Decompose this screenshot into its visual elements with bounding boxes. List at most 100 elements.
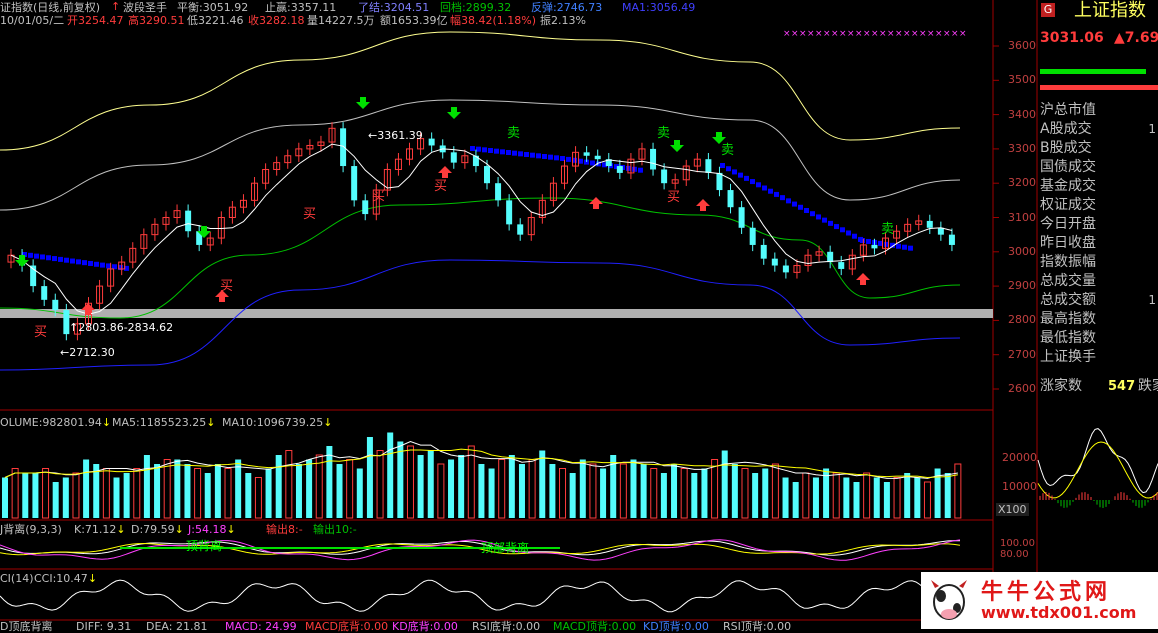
candle-down — [871, 244, 878, 249]
ohlc-date: 10/01/05/二 — [0, 14, 65, 27]
candle-down — [583, 152, 590, 156]
volume-unit: X100 — [996, 503, 1029, 516]
ma-dot — [500, 149, 505, 155]
marker-x: × — [895, 29, 903, 39]
marker-x: × — [823, 29, 831, 39]
volume-bar — [741, 468, 749, 519]
buy-strength-bar — [1040, 69, 1146, 74]
volume-bar — [691, 473, 698, 518]
price-tick-label: 3600 — [1008, 39, 1036, 52]
info-row: 基金成交 — [1040, 177, 1158, 196]
marker-x: × — [903, 29, 911, 39]
volume-bar — [893, 477, 901, 519]
ma-dot — [750, 179, 755, 185]
ma-dot — [756, 182, 761, 188]
ohlc-close: 收3282.18 — [248, 14, 305, 27]
volume-bar — [518, 464, 525, 518]
bottom-kd-bottom: KD底背:0.00 — [392, 620, 458, 633]
info-row-label: 上证换手 — [1040, 349, 1096, 365]
info-row: 权证成交 — [1040, 196, 1158, 215]
volume-bar — [254, 477, 262, 519]
sell-arrow-icon — [670, 140, 684, 152]
volume-bar — [579, 459, 586, 518]
info-row-label: 今日开盘 — [1040, 216, 1096, 232]
ma-dot — [590, 160, 595, 166]
volume-bar — [154, 464, 161, 518]
volume-bar — [782, 477, 789, 518]
ma-dot — [494, 148, 499, 154]
volume-bar — [762, 468, 769, 518]
volume-bar — [792, 482, 799, 518]
price-tick-label: 3500 — [1008, 73, 1036, 87]
ma-dot — [632, 166, 637, 172]
volume-bar — [184, 464, 191, 518]
upper-band-outer — [0, 31, 961, 151]
bottom-label: D顶底背离 — [0, 620, 53, 633]
candle-down — [362, 200, 369, 215]
ma-dot — [524, 152, 529, 157]
ma-dot — [846, 230, 851, 236]
volume-bar — [427, 450, 434, 518]
candle-down — [749, 227, 756, 245]
volume-bar — [42, 468, 50, 519]
price-tick-label: 3100 — [1008, 210, 1036, 224]
marker-x: × — [911, 29, 919, 39]
ma1-value: MA1:3056.49 — [622, 1, 696, 14]
volume-bar — [235, 459, 242, 518]
info-row: 昨日收盘 — [1040, 234, 1158, 253]
bottom-rsi-top: RSI顶背:0.00 — [723, 620, 792, 633]
ma-dot — [470, 146, 475, 151]
volume-bar — [731, 464, 738, 518]
ma-dot — [786, 198, 791, 204]
bottom-dea: DEA: 21.81 — [146, 620, 208, 633]
ma-dot — [34, 253, 39, 259]
ma-dot — [64, 257, 69, 263]
volume-bar — [528, 459, 536, 519]
info-row: 沪总市值 — [1040, 101, 1158, 120]
volume-bar — [660, 473, 667, 518]
market-badge: G — [1041, 3, 1055, 17]
volume-ma10: MA10:1096739.25↓ — [222, 416, 333, 429]
volume-bar — [285, 450, 293, 519]
kdj-note-top-divergence-2: 顶部背离 — [481, 541, 530, 555]
volume-bar — [366, 437, 373, 518]
ma-dot — [744, 175, 749, 181]
candle-down — [782, 265, 789, 273]
candle-down — [52, 299, 59, 311]
watermark-cn: 牛牛公式网 — [981, 580, 1112, 605]
candle-down — [351, 166, 358, 201]
volume-bar — [478, 464, 485, 518]
ma-dot — [866, 238, 871, 244]
candle-down — [517, 224, 524, 235]
volume-bar — [448, 459, 455, 518]
marker-x: × — [863, 29, 871, 39]
marker-x: × — [887, 29, 895, 39]
volume-bar — [923, 481, 931, 519]
ma-dot — [476, 146, 481, 152]
info-row-label: 最高指数 — [1040, 311, 1096, 327]
volume-bar — [437, 463, 445, 519]
info-row: 上证换手 — [1040, 348, 1158, 367]
fantan-value: 反弹:2746.73 — [531, 1, 603, 14]
support-band — [0, 309, 993, 318]
volume-ma5: MA5:1185523.25↓ — [112, 416, 216, 429]
ohlc-amount: 额1653.39亿 — [380, 14, 448, 27]
info-row: 总成交量 — [1040, 272, 1158, 291]
ma-dot — [554, 155, 559, 161]
volume-bar — [306, 459, 313, 518]
kdj-j-line — [0, 539, 961, 561]
market-title: 上证指数 — [1074, 0, 1146, 21]
ma-dot — [792, 201, 797, 207]
ma-dot — [732, 169, 737, 175]
ma-dot — [902, 244, 907, 250]
volume-bar — [680, 468, 688, 519]
kdj-out8: 输出8:- — [266, 523, 303, 536]
price-tick-label: 3200 — [1008, 176, 1036, 190]
candle-down — [838, 262, 845, 269]
candle-down — [450, 152, 457, 163]
marker-x: × — [879, 29, 887, 39]
kdj-k: K:71.12↓ — [74, 523, 126, 536]
marker-x: × — [871, 29, 879, 39]
volume-bar — [214, 464, 221, 518]
volume-bar — [265, 468, 272, 518]
